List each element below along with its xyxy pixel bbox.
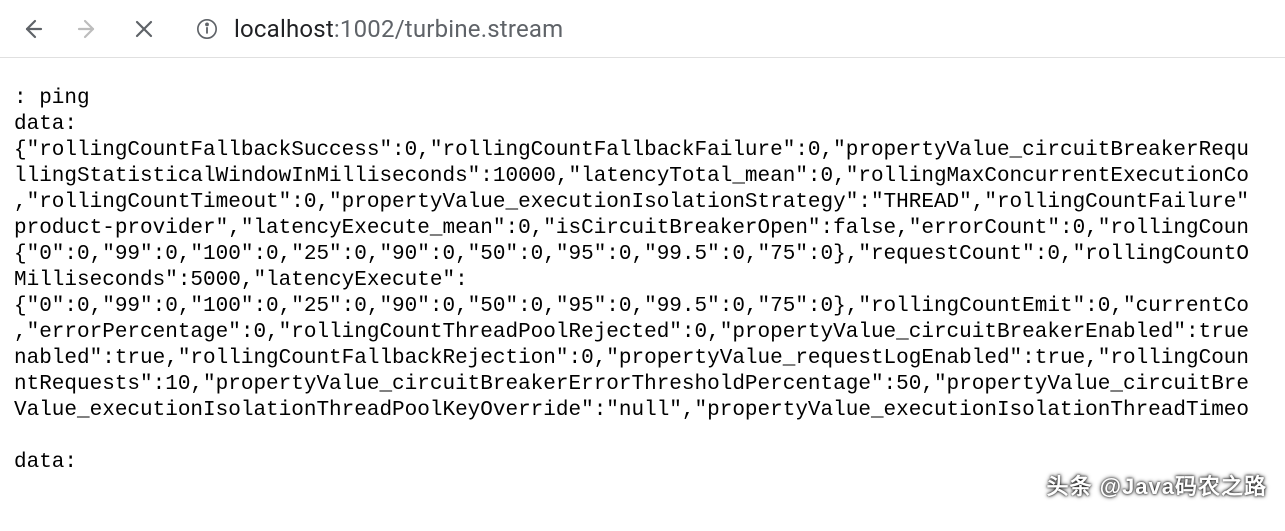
stream-line: llingStatisticalWindowInMilliseconds":10… [14, 165, 1249, 188]
stream-line: ,"rollingCountTimeout":0,"propertyValue_… [14, 191, 1249, 214]
back-button[interactable] [18, 15, 46, 43]
watermark-text: 头条 @Java码农之路 [1046, 469, 1267, 501]
address-bar[interactable]: localhost:1002/turbine.stream [196, 15, 563, 43]
forward-button[interactable] [74, 15, 102, 43]
url-host: localhost [234, 15, 334, 43]
url-path: /turbine.stream [395, 15, 564, 43]
url-port: :1002 [334, 15, 395, 43]
stream-line: data: [14, 451, 77, 474]
stream-line: ntRequests":10,"propertyValue_circuitBre… [14, 373, 1249, 396]
stream-line: data: [14, 113, 77, 136]
stream-line: {"0":0,"99":0,"100":0,"25":0,"90":0,"50"… [14, 295, 1249, 318]
stream-line: {"0":0,"99":0,"100":0,"25":0,"90":0,"50"… [14, 243, 1249, 266]
site-info-icon[interactable] [196, 18, 218, 40]
stream-content: : ping data: {"rollingCountFallbackSucce… [0, 58, 1285, 476]
stop-button[interactable] [130, 15, 158, 43]
browser-toolbar: localhost:1002/turbine.stream [0, 0, 1285, 58]
stream-line: Milliseconds":5000,"latencyExecute": [14, 269, 468, 292]
stream-line: nabled":true,"rollingCountFallbackReject… [14, 347, 1249, 370]
url-text: localhost:1002/turbine.stream [234, 15, 563, 43]
stream-line: ,"errorPercentage":0,"rollingCountThread… [14, 321, 1249, 344]
stream-line: {"rollingCountFallbackSuccess":0,"rollin… [14, 139, 1249, 162]
stream-line: product-provider","latencyExecute_mean":… [14, 217, 1249, 240]
stream-line: Value_executionIsolationThreadPoolKeyOve… [14, 399, 1249, 422]
stream-line: : ping [14, 87, 90, 110]
